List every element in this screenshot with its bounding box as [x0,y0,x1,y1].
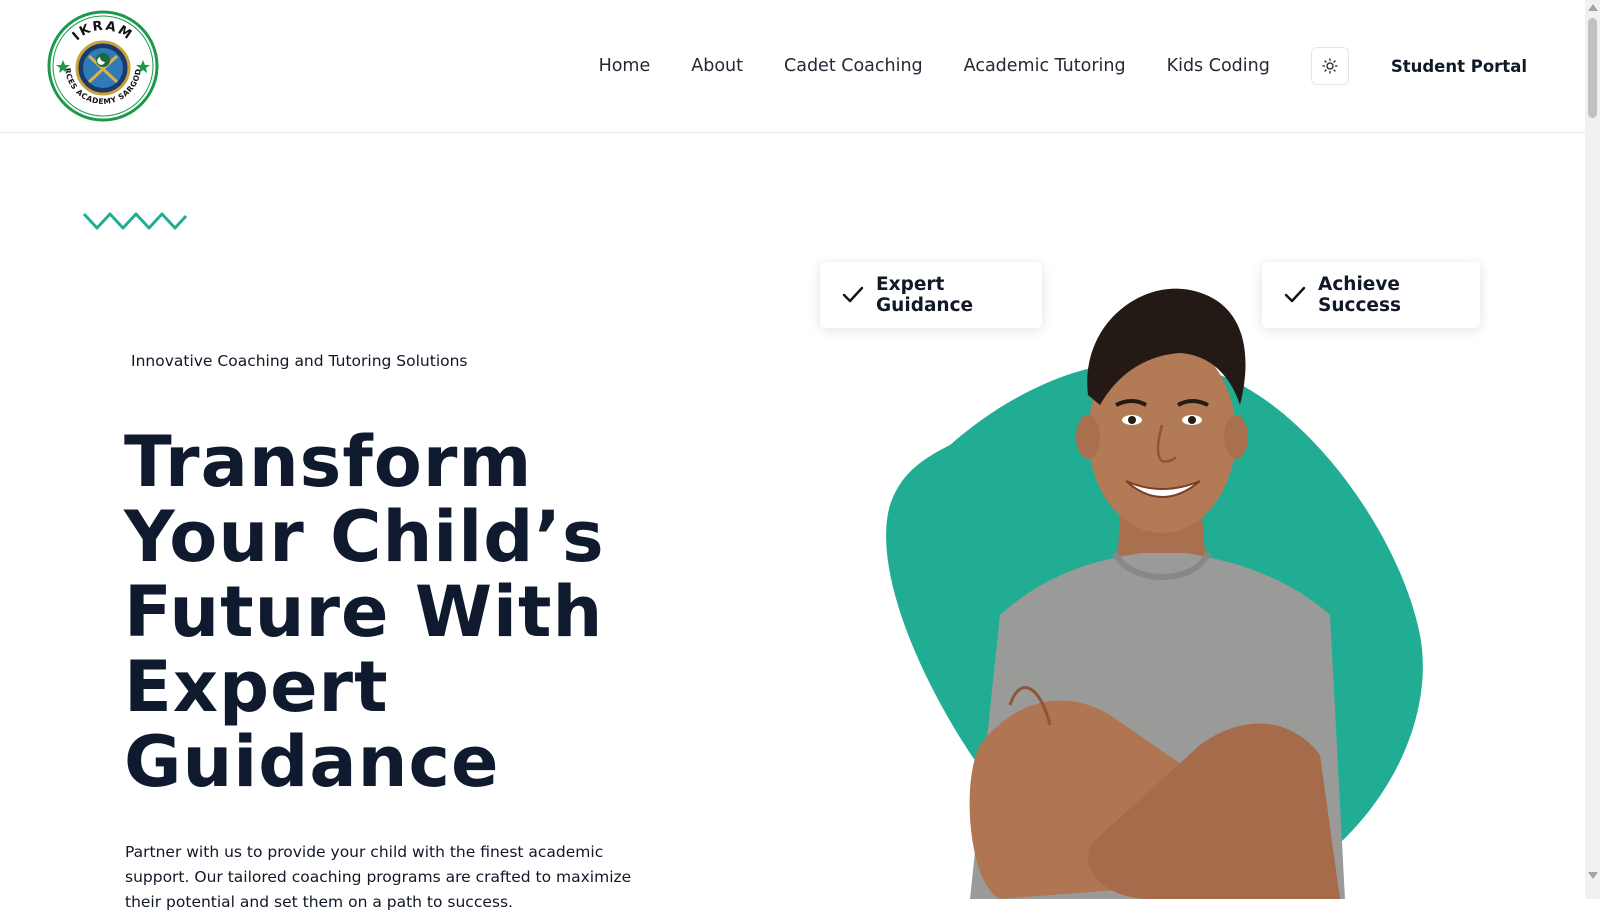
nav-home[interactable]: Home [599,56,651,76]
headline-line: Your Child’s [124,496,605,578]
check-icon [1284,286,1306,304]
nav-about[interactable]: About [691,56,743,76]
hero-headline: Transform Your Child’s Future With Exper… [124,425,684,800]
sun-icon [1322,58,1338,74]
site-header: IKRAM FORCES ACADEMY SARGODHA Home About… [0,0,1585,133]
hero-tagline: Innovative Coaching and Tutoring Solutio… [131,352,468,370]
academy-emblem-icon: IKRAM FORCES ACADEMY SARGODHA [44,3,159,122]
student-portrait-image [969,288,1345,899]
zigzag-decoration [83,212,187,230]
academy-logo[interactable]: IKRAM FORCES ACADEMY SARGODHA [44,3,159,122]
scroll-thumb[interactable] [1588,18,1597,118]
scroll-down-arrow-icon[interactable] [1588,872,1598,879]
student-portal-link[interactable]: Student Portal [1391,57,1527,76]
main-nav: Home About Cadet Coaching Academic Tutor… [599,0,1527,132]
check-icon [842,286,864,304]
headline-line: Guidance [124,721,500,803]
page-scrollbar[interactable] [1585,0,1600,899]
headline-line: Future With [124,571,604,653]
theme-toggle-button[interactable] [1310,47,1349,85]
hero-intro-text: Partner with us to provide your child wi… [125,843,632,911]
nav-academic-tutoring[interactable]: Academic Tutoring [964,56,1126,76]
feature-card-achieve-success: Achieve Success [1262,262,1480,328]
headline-line: Transform [124,421,533,503]
nav-cadet-coaching[interactable]: Cadet Coaching [784,56,923,76]
feature-label: Expert Guidance [876,274,974,316]
nav-kids-coding[interactable]: Kids Coding [1167,56,1270,76]
feature-card-expert-guidance: Expert Guidance [820,262,1042,328]
headline-line: Expert [124,646,389,728]
feature-label: Achieve Success [1318,274,1401,316]
scroll-up-arrow-icon[interactable] [1588,4,1598,11]
